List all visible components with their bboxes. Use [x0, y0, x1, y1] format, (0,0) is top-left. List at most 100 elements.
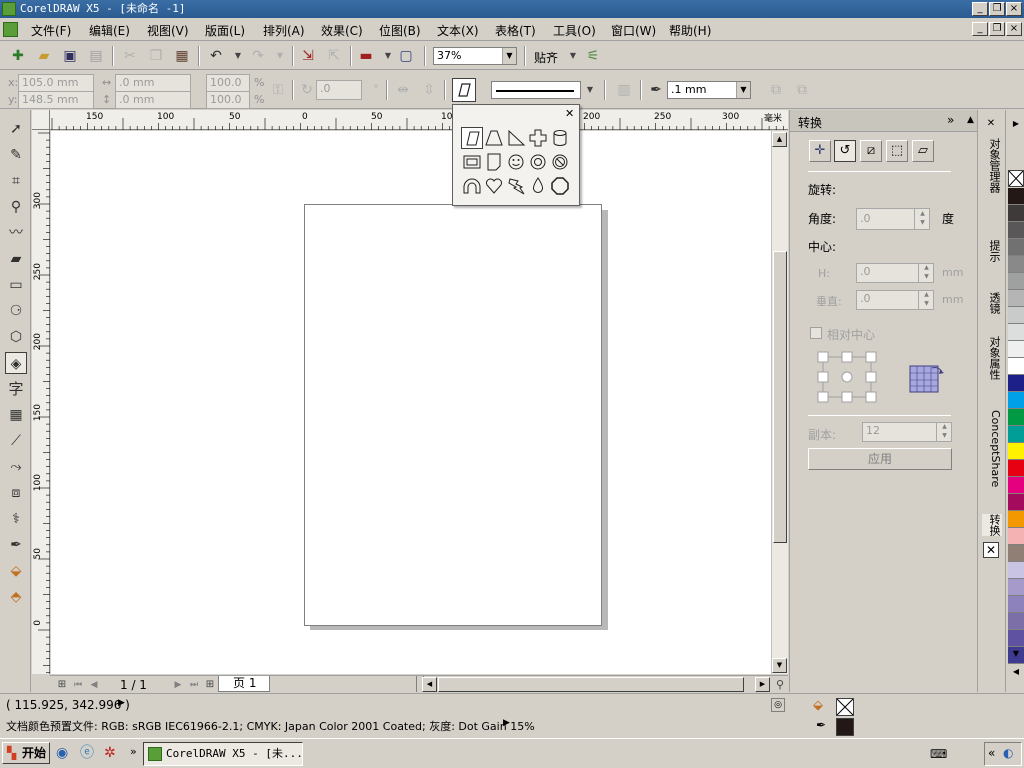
zoom-dropdown-icon[interactable]: ▼	[502, 48, 516, 64]
start-button[interactable]: ▚ 开始	[2, 742, 50, 764]
fill-indicator-icon[interactable]: ⬙	[813, 698, 833, 716]
menu-window[interactable]: 窗口(W)	[611, 22, 656, 39]
shape-donut-icon[interactable]	[527, 151, 549, 173]
connector-tool-icon[interactable]: ⤳	[5, 456, 27, 478]
paste-icon[interactable]: ▦	[172, 46, 192, 66]
angle-spinner[interactable]: ▲ ▼	[914, 209, 930, 229]
color-swatch[interactable]	[1008, 477, 1024, 494]
height-field[interactable]: .0 mm	[115, 91, 191, 109]
palette-flyout-icon[interactable]: ◀	[1008, 666, 1024, 678]
rotate-mode-icon[interactable]: ↺	[834, 140, 856, 162]
scroll-right-icon[interactable]: ▶	[755, 677, 770, 692]
tab-transformation[interactable]: 转换	[982, 514, 1002, 536]
color-swatch[interactable]	[1008, 273, 1024, 290]
shape-teardrop-icon[interactable]	[527, 175, 549, 197]
undo-dropdown-icon[interactable]: ▼	[228, 46, 248, 66]
ellipse-tool-icon[interactable]: ⚆	[5, 300, 27, 322]
outline-width-dropdown-icon[interactable]: ▼	[736, 82, 750, 98]
document-page[interactable]	[304, 204, 602, 626]
shape-cylinder-icon[interactable]	[549, 127, 571, 149]
expand-docker-icon[interactable]: »	[947, 113, 954, 127]
welcome-screen-icon[interactable]: ▢	[396, 46, 416, 66]
undo-icon[interactable]: ↶	[206, 46, 226, 66]
snap-dropdown-icon[interactable]: ▼	[563, 46, 583, 66]
shape-tool-icon[interactable]: ✎	[5, 144, 27, 166]
table-tool-icon[interactable]: ▦	[5, 404, 27, 426]
rotation-angle-field[interactable]: .0	[316, 80, 362, 100]
fill-tool-icon[interactable]: ⬙	[5, 560, 27, 582]
smart-fill-tool-icon[interactable]: ▰	[5, 248, 27, 270]
scroll-left-icon[interactable]: ◀	[422, 677, 437, 692]
open-folder-icon[interactable]: ▰	[34, 46, 54, 66]
crop-tool-icon[interactable]: ⌗	[5, 170, 27, 192]
color-swatch[interactable]	[1008, 341, 1024, 358]
menu-effects[interactable]: 效果(C)	[321, 22, 363, 39]
scale-mirror-mode-icon[interactable]: ⧄	[860, 140, 882, 162]
launcher-dropdown-icon[interactable]: ▼	[378, 46, 398, 66]
zoom-tool-icon[interactable]: ⚲	[5, 196, 27, 218]
shape-arc-icon[interactable]	[461, 175, 483, 197]
scroll-down-icon[interactable]: ▼	[772, 658, 787, 673]
minimize-button[interactable]: _	[972, 2, 988, 16]
mirror-vertical-icon[interactable]: ⇳	[419, 80, 439, 100]
color-swatch[interactable]	[1008, 324, 1024, 341]
options-icon[interactable]: ⚟	[583, 46, 603, 66]
shape-right-triangle-icon[interactable]	[505, 127, 527, 149]
tray-network-icon[interactable]: ◐	[1003, 746, 1013, 760]
color-proof-icon[interactable]: ◎	[771, 698, 785, 712]
horizontal-ruler[interactable]: 150 100 50 0 50 100 150 200 250 300 毫米	[50, 110, 788, 130]
color-swatch[interactable]	[1008, 222, 1024, 239]
outline-style-select[interactable]	[491, 81, 581, 99]
center-v-spinner[interactable]: ▲ ▼	[918, 290, 934, 310]
coreldraw-app-icon[interactable]	[2, 2, 16, 16]
menu-text[interactable]: 文本(X)	[437, 22, 479, 39]
color-swatch[interactable]	[1008, 528, 1024, 545]
copies-spinner[interactable]: ▲ ▼	[936, 422, 952, 442]
import-icon[interactable]: ⇲	[298, 46, 318, 66]
shape-no-symbol-icon[interactable]	[549, 151, 571, 173]
menu-help[interactable]: 帮助(H)	[669, 22, 711, 39]
to-front-icon[interactable]: ⧉	[766, 80, 786, 100]
color-swatch[interactable]	[1008, 545, 1024, 562]
shape-octagon-seal-icon[interactable]	[549, 175, 571, 197]
apply-button[interactable]: 应用	[808, 448, 952, 470]
print-icon[interactable]: ▤	[86, 46, 106, 66]
to-back-icon[interactable]: ⧉	[792, 80, 812, 100]
skew-mode-icon[interactable]: ▱	[912, 140, 934, 162]
snap-to-menu[interactable]: 贴齐	[534, 49, 558, 66]
color-swatch[interactable]	[1008, 375, 1024, 392]
previous-page-icon[interactable]: ◀	[84, 675, 104, 695]
wrap-text-icon[interactable]: ▥	[614, 80, 634, 100]
color-swatch[interactable]	[1008, 392, 1024, 409]
anchor-point-grid[interactable]	[816, 350, 880, 404]
outline-color-swatch[interactable]	[836, 718, 854, 736]
color-swatch[interactable]	[1008, 562, 1024, 579]
tab-object-manager[interactable]: 对象管理器	[982, 138, 1002, 193]
palette-scroll-down-icon[interactable]: ▼	[1008, 648, 1024, 660]
horizontal-scroll-thumb[interactable]	[438, 677, 744, 692]
restore-button[interactable]: ❐	[989, 2, 1005, 16]
copy-icon[interactable]: ❐	[146, 46, 166, 66]
shape-cross-icon[interactable]	[527, 127, 549, 149]
vertical-ruler[interactable]: 300 250 200 150 100 50 0	[32, 130, 50, 674]
doc-close-button[interactable]: ×	[1006, 22, 1022, 36]
doc-restore-button[interactable]: ❐	[989, 22, 1005, 36]
browser-quicklaunch-icon[interactable]: ◉	[56, 745, 72, 761]
cut-icon[interactable]: ✂	[120, 46, 140, 66]
color-swatch[interactable]	[1008, 511, 1024, 528]
export-icon[interactable]: ⇱	[324, 46, 344, 66]
close-button[interactable]: ×	[1006, 2, 1022, 16]
shape-folded-corner-icon[interactable]	[483, 151, 505, 173]
docker-collapse-icon[interactable]: ▲	[967, 115, 974, 125]
blend-tool-icon[interactable]: ⧈	[5, 482, 27, 504]
color-swatch[interactable]	[1008, 630, 1024, 647]
new-document-icon[interactable]: ✚	[8, 46, 28, 66]
quicklaunch-more-icon[interactable]: »	[130, 745, 137, 758]
color-swatch[interactable]	[1008, 443, 1024, 460]
relative-center-checkbox[interactable]	[810, 327, 822, 339]
scale-y-field[interactable]: 100.0	[206, 91, 250, 109]
position-mode-icon[interactable]: ✛	[809, 140, 831, 162]
size-mode-icon[interactable]: ⬚	[886, 140, 908, 162]
app-quicklaunch-icon[interactable]: ✲	[104, 745, 120, 761]
shape-frame-icon[interactable]	[461, 151, 483, 173]
